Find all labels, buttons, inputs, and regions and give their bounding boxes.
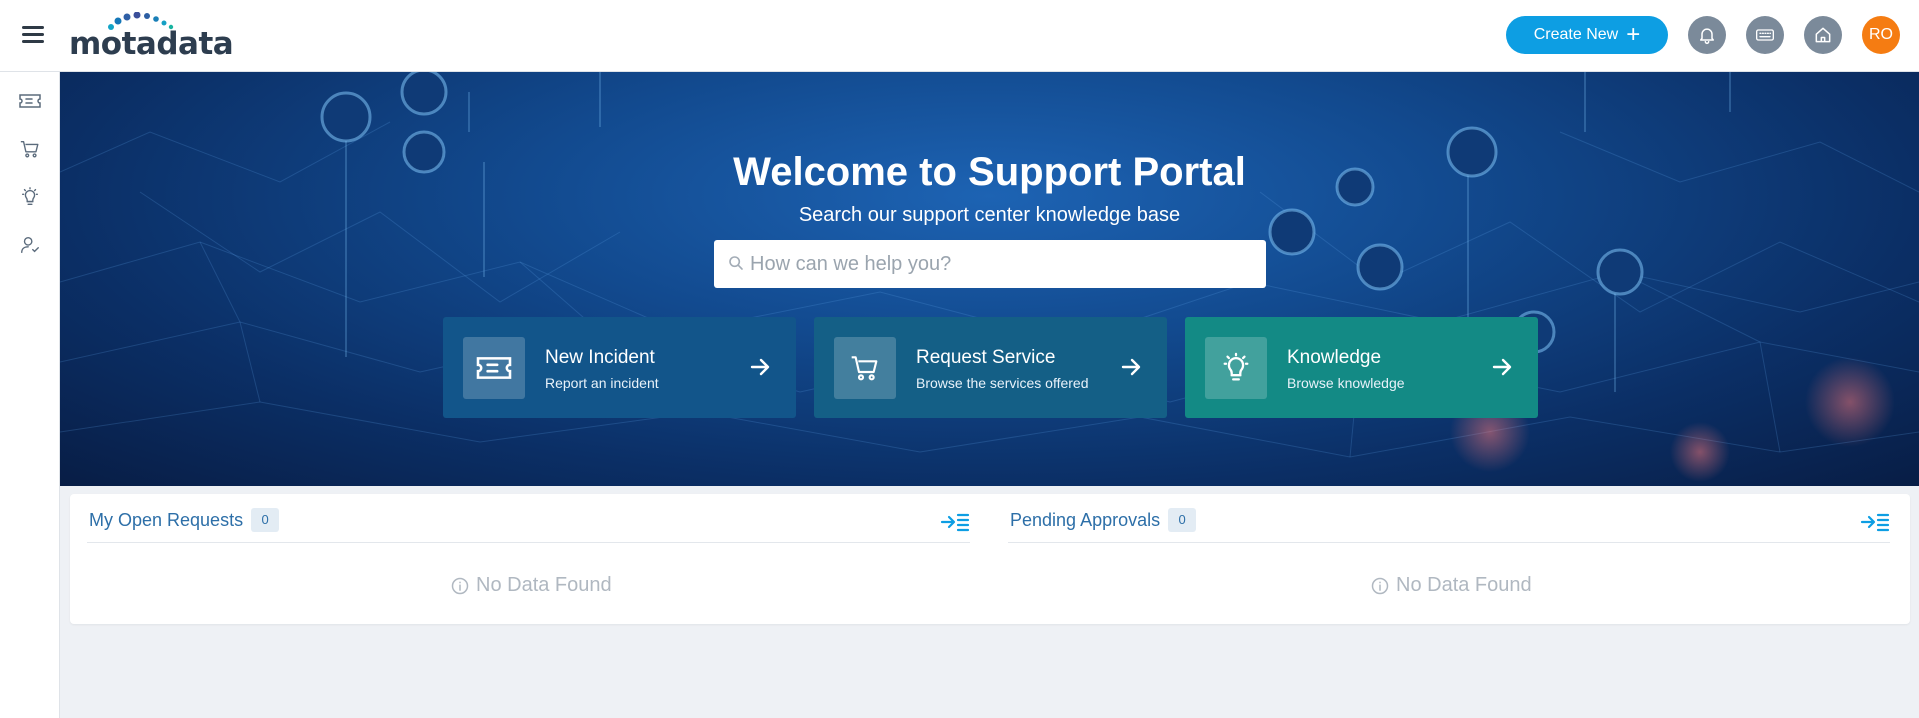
logo-text: motadata [69,26,234,62]
hero-subtitle: Search our support center knowledge base [798,204,1181,226]
list-expand-icon[interactable] [1860,510,1890,534]
sidebar-item-knowledge[interactable] [16,183,44,211]
user-check-icon [21,236,39,254]
open-requests-empty: No Data Found [450,574,612,597]
bell-icon [1700,28,1714,45]
open-requests-header[interactable]: My Open Requests 0 [89,508,280,532]
pending-approvals-empty: No Data Found [1370,574,1532,597]
ticket-icon [19,94,41,108]
open-requests-count: 0 [251,508,280,532]
home-icon [1815,27,1831,43]
tile-title: Request Service [916,347,1056,368]
pending-approvals-empty-text: No Data Found [1396,574,1532,596]
hero-banner: Welcome to Support Portal Search our sup… [60,72,1919,486]
cart-icon [851,356,878,381]
user-avatar[interactable]: RO [1862,16,1900,54]
dashboard-panel: My Open Requests 0 No Data Found Pending… [70,494,1910,624]
arrow-right-icon [1121,358,1141,376]
cart-icon [20,140,39,158]
open-requests-title: My Open Requests [89,509,244,530]
tile-description: Browse knowledge [1287,375,1405,391]
home-button[interactable] [1804,16,1842,54]
logo[interactable]: motadata [69,12,234,62]
tile-description: Report an incident [545,375,659,391]
divider [1008,542,1890,543]
lightbulb-icon [21,187,39,206]
tile-knowledge[interactable]: Knowledge Browse knowledge [1185,317,1538,418]
hero-title: Welcome to Support Portal [733,150,1246,194]
divider [87,542,970,543]
sidebar-item-service-catalog[interactable] [16,135,44,163]
tile-new-incident[interactable]: New Incident Report an incident [443,317,796,418]
arrow-right-icon [750,358,770,376]
create-new-label: Create New [1533,26,1619,43]
tile-description: Browse the services offered [916,375,1089,391]
arrow-right-icon [1492,358,1512,376]
notifications-button[interactable] [1688,16,1726,54]
menu-icon[interactable] [22,26,44,44]
keyboard-icon [1756,29,1774,41]
lightbulb-icon [1223,352,1249,381]
plus-icon: + [1626,21,1641,48]
ticket-icon [476,357,512,379]
tile-icon-box [834,337,896,399]
tile-icon-box [1205,337,1267,399]
tile-request-service[interactable]: Request Service Browse the services offe… [814,317,1167,418]
search-box[interactable] [714,240,1266,288]
sidebar-item-approvals[interactable] [16,231,44,259]
create-new-button[interactable]: Create New + [1506,16,1668,54]
pending-approvals-header[interactable]: Pending Approvals 0 [1010,508,1197,532]
sidebar [0,72,60,718]
info-icon [451,577,469,594]
tile-icon-box [463,337,525,399]
tile-title: New Incident [545,347,655,368]
tile-title: Knowledge [1287,347,1382,368]
info-icon [1371,577,1389,594]
top-bar: motadata Create New + RO [0,0,1919,72]
list-expand-icon[interactable] [940,510,970,534]
search-icon [729,256,743,270]
pending-approvals-title: Pending Approvals [1010,509,1161,530]
sidebar-item-incidents[interactable] [16,87,44,115]
search-input[interactable] [750,240,1250,288]
pending-approvals-count: 0 [1168,508,1197,532]
open-requests-empty-text: No Data Found [476,574,612,596]
keyboard-shortcuts-button[interactable] [1746,16,1784,54]
